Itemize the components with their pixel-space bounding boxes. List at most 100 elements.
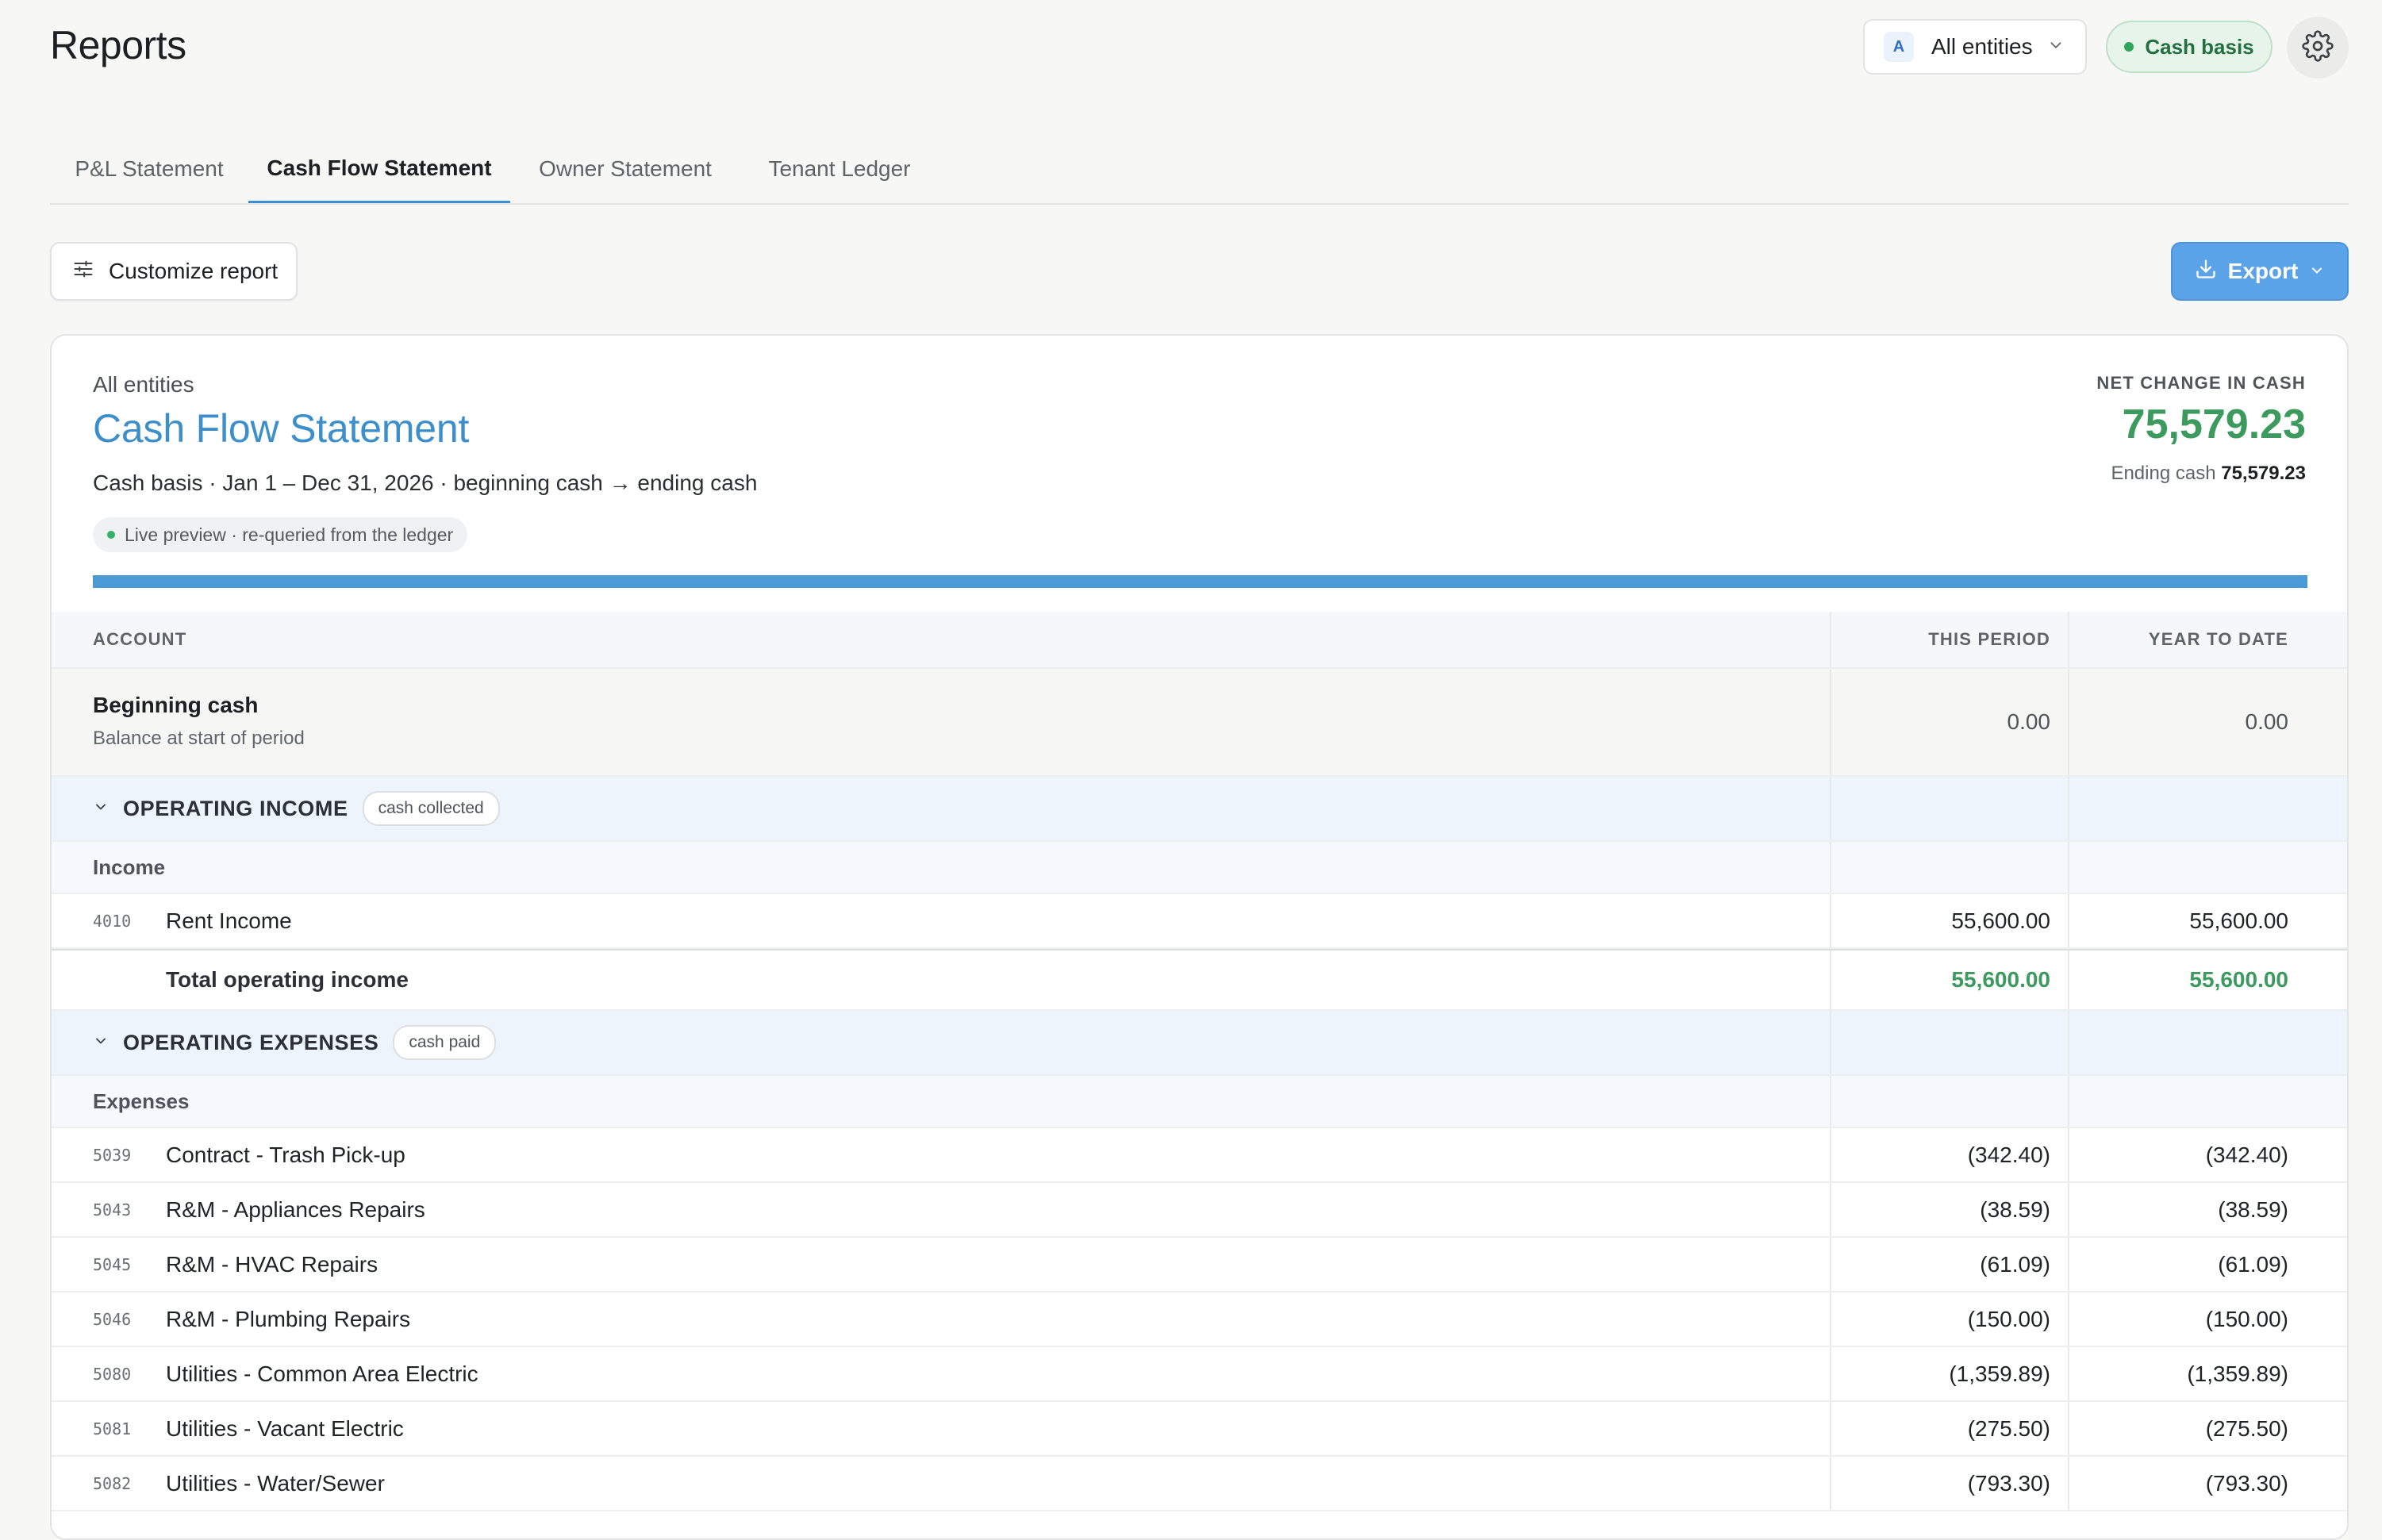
section-empty-cell xyxy=(1830,777,2068,840)
group-label: Income xyxy=(93,854,166,879)
table-row[interactable]: 5045 R&M - HVAC Repairs (61.09) (61.09) xyxy=(52,1238,2347,1292)
this-period-value: (1,359.89) xyxy=(1830,1347,2068,1400)
download-icon xyxy=(2195,258,2217,286)
table-row[interactable]: 5039 Contract - Trash Pick-up (342.40) (… xyxy=(52,1128,2347,1183)
report-card: All entities Cash Flow Statement Cash ba… xyxy=(50,334,2349,1540)
customize-report-label: Customize report xyxy=(109,259,279,283)
section-chip: cash collected xyxy=(362,791,500,826)
total-operating-income-row: Total operating income 55,600.00 55,600.… xyxy=(52,949,2347,1011)
account-cell: 5039 Contract - Trash Pick-up xyxy=(52,1128,1830,1181)
account-cell: 5046 R&M - Plumbing Repairs xyxy=(52,1292,1830,1346)
live-preview-chip: Live preview · re-queried from the ledge… xyxy=(93,517,468,552)
account-cell: 5043 R&M - Appliances Repairs xyxy=(52,1183,1830,1236)
basis-badge-label: Cash basis xyxy=(2145,34,2254,59)
report-entity: All entities xyxy=(93,372,194,397)
this-period-value: (342.40) xyxy=(1830,1128,2068,1181)
cash-progress-fill xyxy=(93,575,2307,588)
table-row[interactable]: 5081 Utilities - Vacant Electric (275.50… xyxy=(52,1402,2347,1457)
account-name: R&M - HVAC Repairs xyxy=(166,1251,378,1277)
report-meta: Cash basis · Jan 1 – Dec 31, 2026 · begi… xyxy=(93,470,758,495)
ending-cash-value: 75,579.23 xyxy=(2221,463,2306,484)
beginning-cash-subtitle: Balance at start of period xyxy=(93,728,305,749)
chevron-down-icon xyxy=(2309,259,2325,284)
table-header-row: ACCOUNT THIS PERIOD YEAR TO DATE xyxy=(52,612,2347,669)
column-header-this-period: THIS PERIOD xyxy=(1830,612,2068,667)
gear-icon xyxy=(2302,29,2334,66)
ytd-value: 55,600.00 xyxy=(2068,894,2347,947)
export-button[interactable]: Export xyxy=(2171,242,2349,301)
section-operating-expenses-label-cell: OPERATING EXPENSES cash paid xyxy=(52,1011,1830,1074)
tab-tenant-ledger[interactable]: Tenant Ledger xyxy=(740,135,939,203)
account-name: Rent Income xyxy=(166,908,292,933)
account-code: 4010 xyxy=(93,911,132,931)
group-empty-cell xyxy=(1830,842,2068,893)
account-code: 5046 xyxy=(93,1309,132,1329)
account-cell: 5045 R&M - HVAC Repairs xyxy=(52,1238,1830,1291)
section-title: OPERATING EXPENSES xyxy=(123,1030,379,1054)
section-empty-cell xyxy=(2068,1011,2347,1074)
section-empty-cell xyxy=(2068,777,2347,840)
account-code: 5082 xyxy=(93,1473,132,1493)
net-change-value: 75,579.23 xyxy=(2122,401,2306,447)
beginning-cash-ytd: 0.00 xyxy=(2068,669,2347,775)
beginning-cash-row: Beginning cash Balance at start of perio… xyxy=(52,669,2347,777)
table-row[interactable]: 5043 R&M - Appliances Repairs (38.59) (3… xyxy=(52,1183,2347,1238)
beginning-cash-account-cell: Beginning cash Balance at start of perio… xyxy=(52,669,1830,775)
chevron-down-icon[interactable] xyxy=(93,799,109,819)
table-row[interactable]: 5082 Utilities - Water/Sewer (793.30) (7… xyxy=(52,1457,2347,1511)
section-chip: cash paid xyxy=(393,1025,497,1060)
export-label: Export xyxy=(2227,259,2299,283)
net-change-label: NET CHANGE IN CASH xyxy=(2096,373,2306,393)
entity-selector-label: All entities xyxy=(1931,34,2033,59)
cash-progress-bar xyxy=(93,575,2307,588)
section-operating-income[interactable]: OPERATING INCOME cash collected xyxy=(52,777,2347,842)
entity-selector[interactable]: A All entities xyxy=(1863,19,2087,75)
report-title: Cash Flow Statement xyxy=(93,406,470,451)
entity-avatar: A xyxy=(1884,32,1914,62)
beginning-cash-this-period: 0.00 xyxy=(1830,669,2068,775)
ending-cash-line: Ending cash 75,579.23 xyxy=(2111,463,2306,485)
account-code: 5039 xyxy=(93,1145,132,1165)
chevron-down-icon xyxy=(2047,36,2065,58)
ending-cash-label: Ending cash xyxy=(2111,463,2216,484)
beginning-cash-title: Beginning cash xyxy=(93,693,259,717)
account-code: 5080 xyxy=(93,1364,132,1384)
group-empty-cell xyxy=(2068,1076,2347,1127)
chevron-down-icon[interactable] xyxy=(93,1033,109,1053)
account-name: R&M - Plumbing Repairs xyxy=(166,1306,411,1331)
sliders-icon xyxy=(72,258,94,286)
tab-owner-statement[interactable]: Owner Statement xyxy=(510,135,740,203)
table-row[interactable]: 5080 Utilities - Common Area Electric (1… xyxy=(52,1347,2347,1402)
account-cell: 4010 Rent Income xyxy=(52,894,1830,947)
table-row[interactable]: 5046 R&M - Plumbing Repairs (150.00) (15… xyxy=(52,1292,2347,1347)
ytd-value: (1,359.89) xyxy=(2068,1347,2347,1400)
total-ytd: 55,600.00 xyxy=(2068,950,2347,1009)
account-name: Utilities - Vacant Electric xyxy=(166,1415,404,1441)
section-title: OPERATING INCOME xyxy=(123,796,348,820)
account-cell: 5080 Utilities - Common Area Electric xyxy=(52,1347,1830,1400)
account-code: 5081 xyxy=(93,1419,132,1438)
ytd-value: (38.59) xyxy=(2068,1183,2347,1236)
this-period-value: (793.30) xyxy=(1830,1457,2068,1510)
ytd-value: (793.30) xyxy=(2068,1457,2347,1510)
this-period-value: 55,600.00 xyxy=(1830,894,2068,947)
tab-cash-flow-statement[interactable]: Cash Flow Statement xyxy=(248,135,510,203)
this-period-value: (275.50) xyxy=(1830,1402,2068,1455)
report-tabs: P&L Statement Cash Flow Statement Owner … xyxy=(50,135,2349,205)
tab-pl-statement[interactable]: P&L Statement xyxy=(50,135,248,203)
this-period-value: (61.09) xyxy=(1830,1238,2068,1291)
accounting-basis-badge[interactable]: Cash basis xyxy=(2106,21,2273,73)
section-operating-income-label-cell: OPERATING INCOME cash collected xyxy=(52,777,1830,840)
ytd-value: (150.00) xyxy=(2068,1292,2347,1346)
status-dot-icon xyxy=(2124,42,2134,52)
account-cell: 5082 Utilities - Water/Sewer xyxy=(52,1457,1830,1510)
account-name: Utilities - Water/Sewer xyxy=(166,1470,385,1496)
status-dot-icon xyxy=(107,531,115,539)
group-empty-cell xyxy=(2068,842,2347,893)
this-period-value: (38.59) xyxy=(1830,1183,2068,1236)
customize-report-button[interactable]: Customize report xyxy=(50,242,298,301)
table-row[interactable]: 4010 Rent Income 55,600.00 55,600.00 xyxy=(52,894,2347,949)
settings-button[interactable] xyxy=(2287,17,2349,79)
group-label: Expenses xyxy=(93,1089,190,1113)
section-operating-expenses[interactable]: OPERATING EXPENSES cash paid xyxy=(52,1011,2347,1076)
